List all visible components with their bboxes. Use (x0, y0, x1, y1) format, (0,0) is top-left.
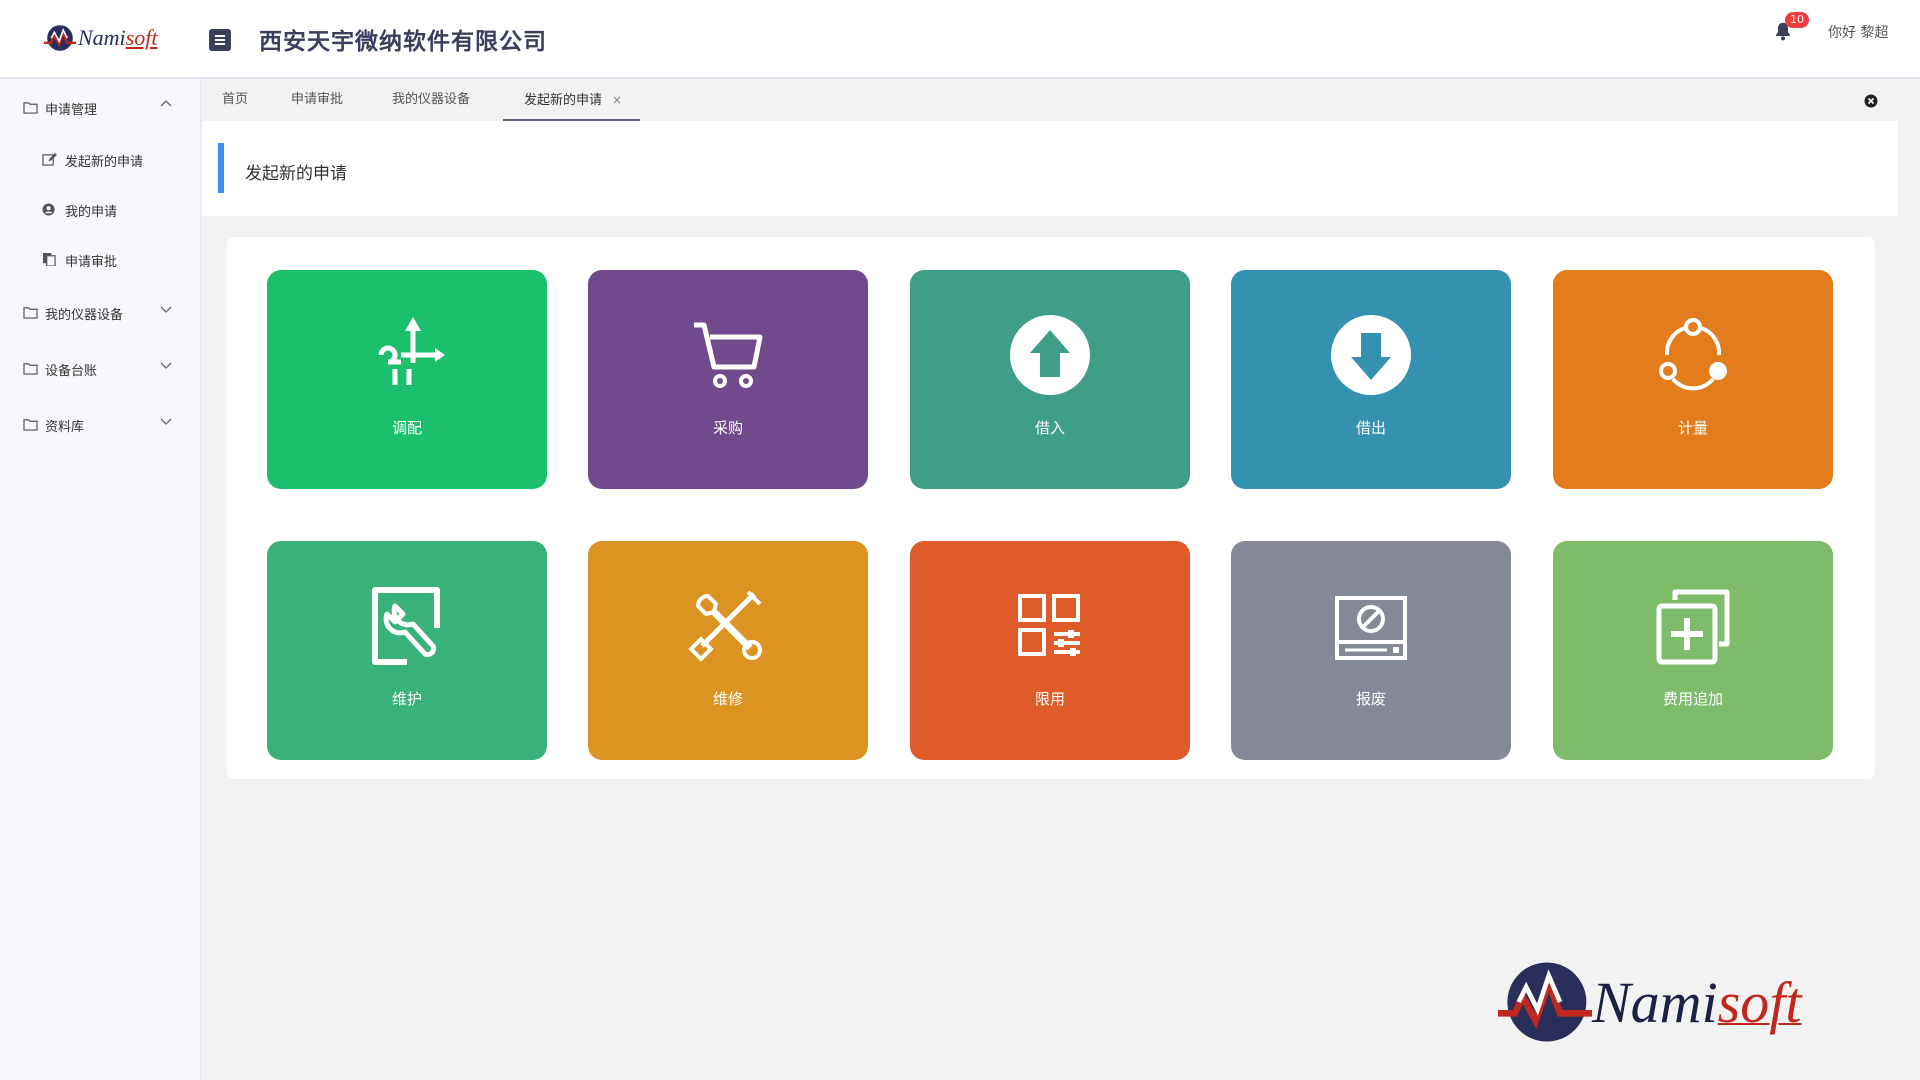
folder-icon (23, 363, 38, 375)
folder-icon (23, 419, 38, 431)
tile-transfer[interactable]: 调配 (267, 270, 547, 489)
tile-scrap[interactable]: 报废 (1231, 541, 1511, 760)
brand-logo[interactable]: Namisoft (44, 22, 157, 54)
sidebar-item-label: 发起新的申请 (65, 155, 144, 170)
tile-lend-out[interactable]: 借出 (1231, 270, 1511, 489)
tile-label: 采购 (712, 419, 743, 437)
tile-restricted-use[interactable]: 限用 (910, 541, 1190, 760)
page-header: 发起新的申请 (202, 121, 1898, 216)
chevron-down-icon (160, 306, 172, 313)
close-circle-icon[interactable] (1864, 94, 1878, 108)
tab-bar: 首页 申请审批 我的仪器设备 发起新的申请 × (202, 79, 1920, 121)
tile-label: 维护 (391, 690, 422, 708)
sidebar-item-label: 申请审批 (65, 255, 118, 270)
logo-text: Namisoft (78, 25, 158, 50)
sidebar-item-label: 资料库 (45, 420, 85, 435)
sidebar-item-my-applications[interactable]: 我的申请 (0, 192, 200, 228)
chevron-down-icon (160, 418, 172, 425)
tile-label: 维修 (712, 690, 743, 708)
tile-additional-cost[interactable]: 费用追加 (1553, 541, 1833, 760)
tab-label: 申请审批 (291, 92, 344, 107)
folder-icon (23, 307, 38, 319)
namisoft-logo-icon (1498, 962, 1592, 1042)
tab-new-application[interactable]: 发起新的申请 × (503, 79, 641, 121)
sidebar-item-label: 设备台账 (45, 364, 98, 379)
tab-my-instruments[interactable]: 我的仪器设备 (392, 79, 470, 121)
title-accent-bar (218, 143, 224, 193)
user-greeting[interactable]: 你好 黎超 (1828, 22, 1888, 42)
scrap-icon (1335, 596, 1407, 660)
tile-label: 限用 (1034, 690, 1065, 708)
namisoft-logo-icon (44, 25, 76, 51)
tab-label: 发起新的申请 (524, 93, 603, 108)
cycle-icon (1659, 318, 1727, 391)
watermark-text: Namisoft (1592, 969, 1802, 1035)
company-name: 西安天宇微纳软件有限公司 (259, 29, 547, 55)
tile-label: 调配 (391, 419, 422, 437)
tab-close-button[interactable]: × (612, 93, 622, 107)
sidebar-item-application-approval[interactable]: 申请审批 (0, 242, 200, 278)
sidebar-item-document-library[interactable]: 资料库 (0, 407, 200, 443)
tab-label: 我的仪器设备 (392, 92, 471, 107)
download-arrow-icon (1331, 315, 1411, 395)
user-circle-icon (42, 203, 55, 216)
brand-watermark: Namisoft (1498, 955, 1802, 1049)
tools-icon (688, 590, 762, 662)
add-copy-icon (1656, 589, 1730, 665)
copy-document-icon (43, 253, 56, 266)
sidebar-item-new-application[interactable]: 发起新的申请 (0, 142, 200, 178)
tile-label: 计量 (1677, 419, 1708, 437)
tab-application-approval[interactable]: 申请审批 (291, 79, 343, 121)
edit-icon (42, 153, 57, 166)
tile-repair[interactable]: 维修 (588, 541, 868, 760)
notification-badge: 10 (1785, 12, 1809, 28)
tile-maintenance[interactable]: 维护 (267, 541, 547, 760)
top-header: Namisoft 西安天宇微纳软件有限公司 10 你好 黎超 (0, 0, 1920, 79)
tile-label: 费用追加 (1662, 690, 1723, 708)
sidebar-item-my-instruments[interactable]: 我的仪器设备 (0, 295, 200, 331)
tile-label: 借入 (1034, 419, 1065, 437)
tile-label: 报废 (1355, 690, 1386, 708)
sidebar-item-application-management[interactable]: 申请管理 (0, 90, 200, 126)
folder-icon (23, 102, 38, 114)
sidebar: 申请管理 发起新的申请 我的申请 申请审批 我的仪器设备 设备台账 资料库 (0, 79, 201, 1080)
cart-icon (694, 322, 763, 388)
sidebar-item-equipment-ledger[interactable]: 设备台账 (0, 351, 200, 387)
chevron-up-icon (160, 100, 172, 107)
grid-settings-icon (1018, 594, 1080, 656)
tile-metrology[interactable]: 计量 (1553, 270, 1833, 489)
tile-borrow-in[interactable]: 借入 (910, 270, 1190, 489)
page-title: 发起新的申请 (245, 164, 347, 184)
sidebar-item-label: 申请管理 (45, 103, 98, 118)
tab-home[interactable]: 首页 (222, 79, 248, 121)
route-icon (378, 317, 445, 385)
tile-label: 借出 (1355, 419, 1386, 437)
application-type-panel: 调配 采购 借入 借出 计量 维护 维修 限用 报废 费用追加 (227, 237, 1875, 779)
tab-label: 首页 (222, 92, 249, 107)
sidebar-item-label: 我的申请 (65, 205, 118, 220)
chevron-down-icon (160, 362, 172, 369)
tile-purchase[interactable]: 采购 (588, 270, 868, 489)
wrench-search-icon (372, 587, 440, 665)
sidebar-item-label: 我的仪器设备 (45, 308, 124, 323)
upload-arrow-icon (1010, 315, 1090, 395)
sidebar-toggle-button[interactable] (209, 29, 231, 51)
